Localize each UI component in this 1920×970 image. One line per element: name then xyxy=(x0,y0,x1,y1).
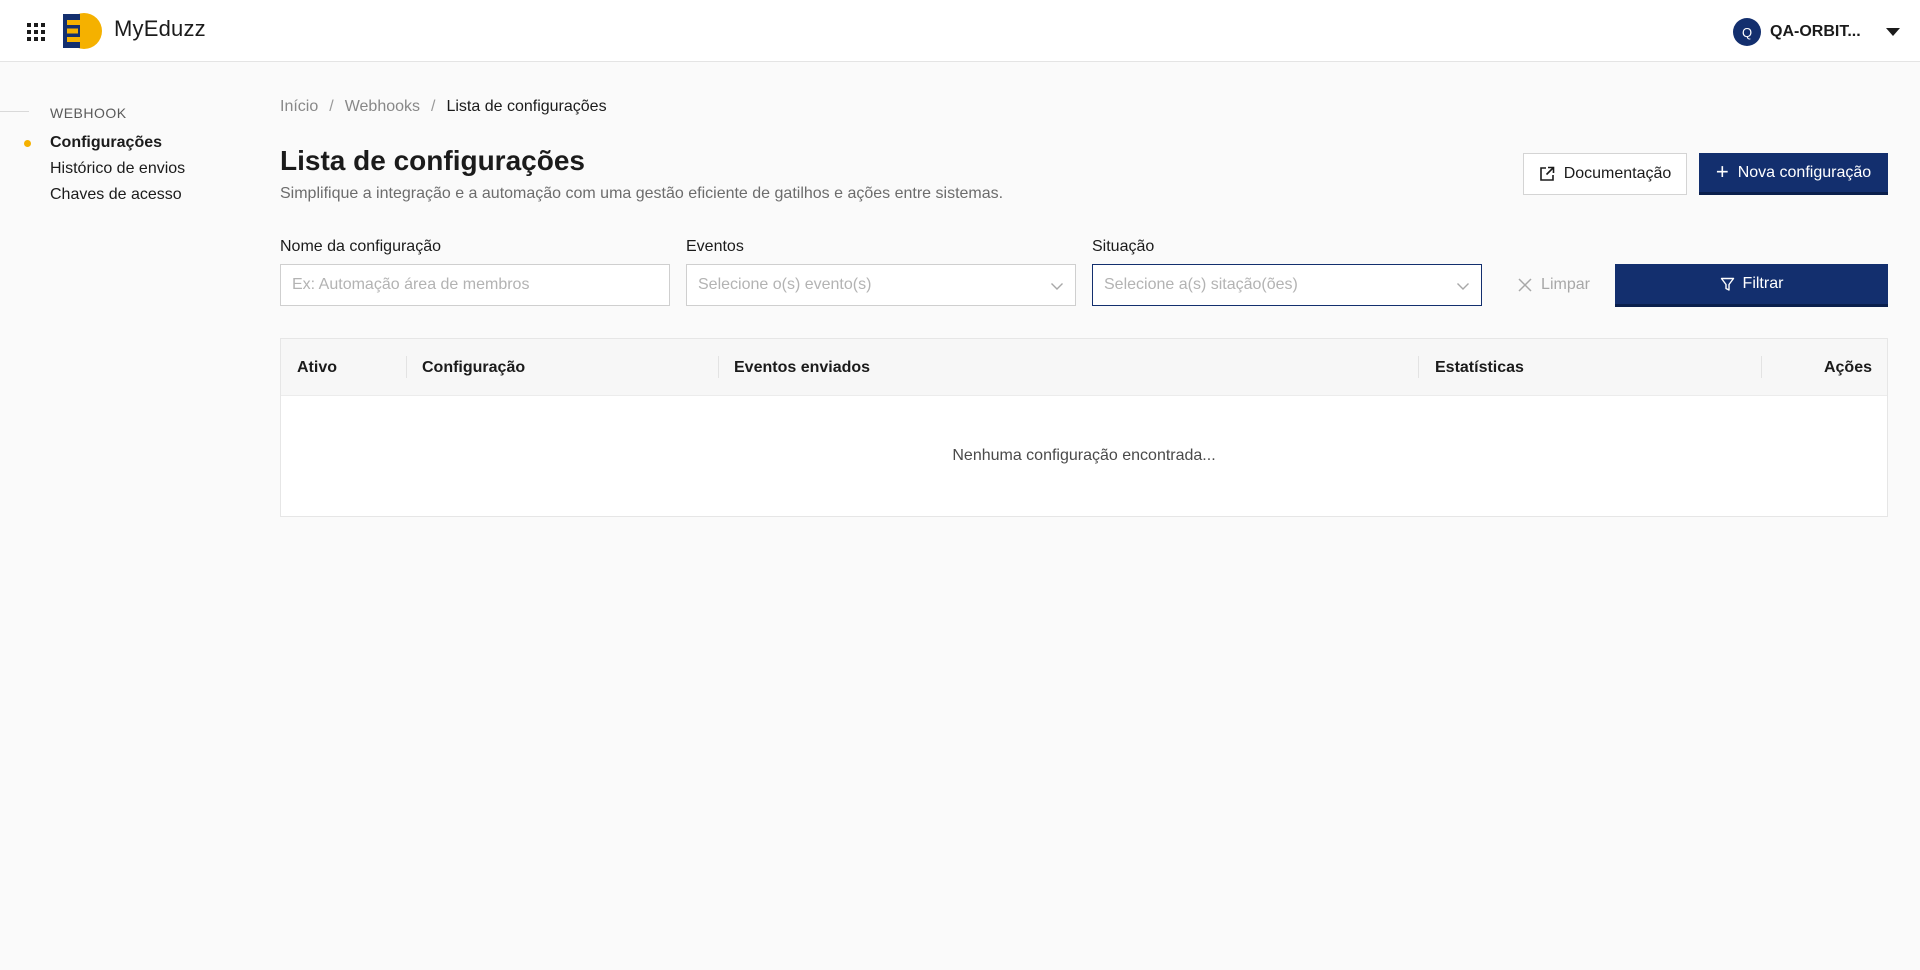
name-filter-label: Nome da configuração xyxy=(280,238,441,255)
close-icon xyxy=(1518,278,1532,292)
external-link-icon xyxy=(1539,166,1554,181)
sidebar-item-historico-de-envios[interactable]: Histórico de envios xyxy=(50,160,185,178)
status-filter-label: Situação xyxy=(1092,238,1155,255)
new-configuration-button[interactable]: + Nova configuração xyxy=(1699,153,1888,195)
column-header-estatisticas: Estatísticas xyxy=(1435,358,1524,376)
column-divider xyxy=(1418,356,1419,378)
caret-down-icon xyxy=(1886,28,1900,36)
table-header: Ativo Configuração Eventos enviados Esta… xyxy=(281,339,1887,396)
account-menu[interactable]: Q QA-ORBIT... xyxy=(1733,17,1900,47)
status-select-placeholder: Selecione a(s) sitação(ões) xyxy=(1104,276,1298,293)
events-select[interactable]: Selecione o(s) evento(s) xyxy=(686,264,1076,306)
breadcrumb-current: Lista de configurações xyxy=(446,98,607,115)
breadcrumb-inicio[interactable]: Início xyxy=(280,98,318,116)
account-name: QA-ORBIT... xyxy=(1770,23,1861,40)
column-header-eventos-enviados: Eventos enviados xyxy=(734,358,871,376)
filter-icon xyxy=(1720,277,1734,291)
sidebar-divider xyxy=(0,111,29,112)
breadcrumb-webhooks[interactable]: Webhooks xyxy=(345,98,420,116)
chevron-down-icon xyxy=(1457,283,1469,290)
top-bar: MyEduzz Q QA-ORBIT... xyxy=(0,0,1920,62)
clear-filters-label: Limpar xyxy=(1541,276,1590,293)
documentation-button[interactable]: Documentação xyxy=(1523,153,1687,195)
status-select[interactable]: Selecione a(s) sitação(ões) xyxy=(1092,264,1482,306)
column-divider xyxy=(718,356,719,378)
page-title: Lista de configurações xyxy=(280,145,585,176)
breadcrumb: Início / Webhooks / Lista de configuraçõ… xyxy=(280,98,607,116)
filter-button-label: Filtrar xyxy=(1742,275,1784,292)
column-divider xyxy=(1761,356,1762,378)
avatar: Q xyxy=(1733,18,1761,46)
plus-icon: + xyxy=(1715,158,1729,184)
column-divider xyxy=(406,356,407,378)
column-header-acoes: Ações xyxy=(1823,358,1872,376)
chevron-down-icon xyxy=(1051,283,1063,290)
sidebar-heading: WEBHOOK xyxy=(50,105,127,121)
eduzz-logo[interactable] xyxy=(63,13,102,49)
breadcrumb-separator: / xyxy=(431,98,436,115)
configurations-table: Ativo Configuração Eventos enviados Esta… xyxy=(280,338,1888,517)
column-header-ativo: Ativo xyxy=(297,358,337,376)
sidebar-item-configuracoes[interactable]: Configurações xyxy=(50,134,162,152)
events-select-placeholder: Selecione o(s) evento(s) xyxy=(698,276,872,293)
documentation-button-label: Documentação xyxy=(1563,165,1672,182)
empty-state-message: Nenhuma configuração encontrada... xyxy=(952,447,1216,464)
brand-name: MyEduzz xyxy=(114,16,206,41)
active-indicator-dot xyxy=(24,140,31,147)
clear-filters-button[interactable]: Limpar xyxy=(1510,264,1598,306)
sidebar-item-chaves-de-acesso[interactable]: Chaves de acesso xyxy=(50,186,182,204)
name-filter-input[interactable] xyxy=(280,264,670,306)
new-configuration-button-label: Nova configuração xyxy=(1737,163,1872,181)
column-header-configuracao: Configuração xyxy=(422,358,526,376)
filter-button[interactable]: Filtrar xyxy=(1615,264,1888,307)
page-subtitle: Simplifique a integração e a automação c… xyxy=(280,185,1004,202)
apps-grid-icon[interactable] xyxy=(26,22,46,42)
breadcrumb-separator: / xyxy=(329,98,334,115)
events-filter-label: Eventos xyxy=(686,238,744,255)
